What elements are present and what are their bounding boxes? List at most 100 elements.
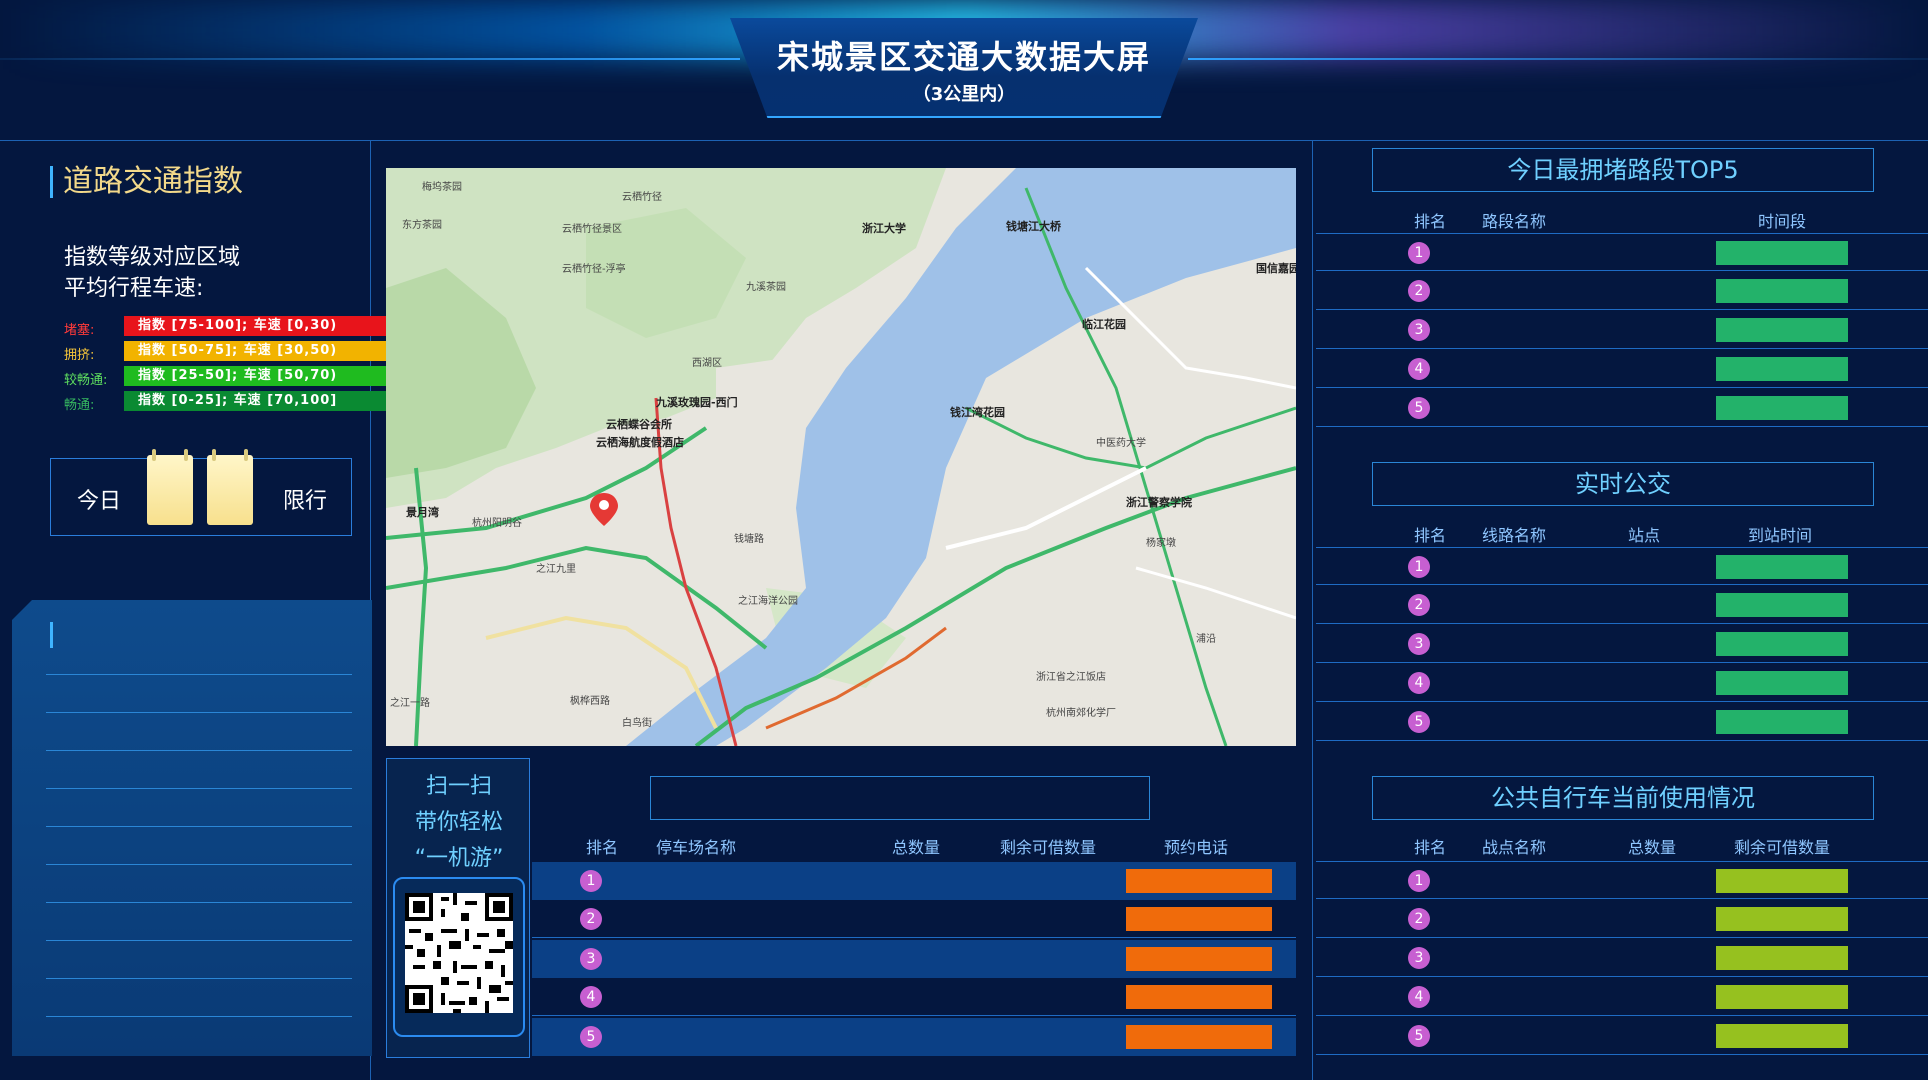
map-label: 东方茶园 (402, 220, 442, 231)
phone-button[interactable] (1126, 1025, 1272, 1049)
bike-row[interactable]: 3 (1316, 939, 1928, 977)
phone-button[interactable] (1126, 947, 1272, 971)
bike-col-total: 总数量 (1628, 838, 1677, 857)
index-desc-line1: 指数等级对应区域 (64, 245, 241, 270)
legend-range: 指数 [75-100]; 车速 [0,30) (124, 316, 416, 336)
bus-row[interactable]: 5 (1316, 703, 1928, 741)
congestion-row[interactable]: 4 (1316, 350, 1928, 388)
rank-badge: 3 (1408, 947, 1430, 969)
list-line (46, 978, 352, 979)
parking-row[interactable]: 4 (532, 978, 1296, 1016)
legend-label: 堵塞: (64, 323, 95, 338)
map-label: 西湖区 (692, 358, 722, 369)
bike-title: 公共自行车当前使用情况 (1372, 776, 1874, 820)
bus-row[interactable]: 4 (1316, 664, 1928, 702)
left-list-accent (50, 622, 53, 648)
phone-button[interactable] (1126, 985, 1272, 1009)
parking-row[interactable]: 3 (532, 940, 1296, 978)
legend-crowded: 拥挤: 指数 [50-75]; 车速 [30,50) (64, 341, 416, 363)
congestion-row[interactable]: 1 (1316, 233, 1928, 271)
congestion-title: 今日最拥堵路段TOP5 (1372, 148, 1874, 192)
area-map[interactable]: 梅坞茶园 云栖竹径 云栖竹径景区 云栖竹径-浮亭 浙江大学 钱塘江大桥 九溪玫瑰… (386, 168, 1296, 746)
bus-row[interactable]: 3 (1316, 625, 1928, 663)
map-label: 浦沿 (1196, 634, 1216, 645)
qr-caption-line2: 带你轻松 (414, 810, 503, 835)
list-line (46, 712, 352, 713)
rank-badge: 2 (1408, 594, 1430, 616)
bike-row[interactable]: 1 (1316, 861, 1928, 899)
page-title: 宋城景区交通大数据大屏 (776, 38, 1151, 76)
map-label: 国信嘉园 (1256, 262, 1296, 275)
bike-row[interactable]: 2 (1316, 900, 1928, 938)
qr-frame (393, 877, 525, 1037)
map-label: 九溪玫瑰园-西门 (656, 396, 738, 409)
rank-badge: 4 (580, 986, 602, 1008)
congestion-col-time: 时间段 (1758, 212, 1807, 231)
legend-label: 较畅通: (64, 373, 108, 388)
map-label: 云栖竹径景区 (562, 224, 622, 235)
rank-badge: 4 (1408, 986, 1430, 1008)
map-label: 钱江湾花园 (950, 406, 1005, 419)
arrive-bar (1716, 593, 1848, 617)
legend-range: 指数 [25-50]; 车速 [50,70) (124, 366, 416, 386)
bus-col-rank: 排名 (1414, 526, 1447, 545)
remain-bar (1716, 907, 1848, 931)
bus-col-stop: 站点 (1628, 526, 1661, 545)
map-label: 云栖竹径-浮亭 (562, 264, 626, 275)
rank-badge: 5 (1408, 1025, 1430, 1047)
bike-col-name: 战点名称 (1482, 838, 1547, 857)
map-label: 杭州阳明谷 (472, 518, 522, 529)
parking-col-phone: 预约电话 (1164, 838, 1229, 857)
map-label: 白鸟街 (622, 718, 652, 729)
phone-button[interactable] (1126, 907, 1272, 931)
rank-badge: 3 (1408, 319, 1430, 341)
bus-row[interactable]: 1 (1316, 547, 1928, 585)
legend-smooth: 畅通: 指数 [0-25]; 车速 [70,100] (64, 391, 416, 413)
limit-label: 限行 (283, 489, 328, 514)
rank-badge: 4 (1408, 358, 1430, 380)
rank-badge: 3 (580, 948, 602, 970)
header-divider-right (1188, 58, 1928, 60)
remain-bar (1716, 1024, 1848, 1048)
rank-badge: 1 (1408, 870, 1430, 892)
bike-row[interactable]: 4 (1316, 978, 1928, 1016)
map-label: 浙江警察学院 (1126, 496, 1192, 509)
congestion-row[interactable]: 2 (1316, 272, 1928, 310)
rank-badge: 5 (1408, 711, 1430, 733)
parking-col-rank: 排名 (586, 838, 619, 857)
index-desc-line2: 平均行程车速: (64, 276, 204, 301)
left-list-panel (12, 600, 372, 1056)
list-line (46, 864, 352, 865)
qr-code[interactable] (405, 893, 513, 1013)
congestion-row[interactable]: 3 (1316, 311, 1928, 349)
congestion-col-rank: 排名 (1414, 212, 1447, 231)
limit-today-label: 今日 (77, 489, 122, 514)
parking-row[interactable]: 5 (532, 1018, 1296, 1056)
phone-button[interactable] (1126, 869, 1272, 893)
bike-col-rank: 排名 (1414, 838, 1447, 857)
calendar-icon (147, 449, 193, 525)
rank-badge: 2 (1408, 908, 1430, 930)
traffic-index-title: 道路交通指数 (50, 166, 243, 198)
bike-col-remain: 剩余可借数量 (1734, 838, 1831, 857)
list-line (46, 826, 352, 827)
calendar-icon (207, 449, 253, 525)
map-label: 浙江省之江饭店 (1036, 672, 1106, 683)
bike-row[interactable]: 5 (1316, 1017, 1928, 1055)
congestion-row[interactable]: 5 (1316, 389, 1928, 427)
time-bar (1716, 318, 1848, 342)
parking-header-box (650, 776, 1150, 820)
arrive-bar (1716, 555, 1848, 579)
map-label: 云栖竹径 (622, 192, 662, 203)
bus-row[interactable]: 2 (1316, 586, 1928, 624)
map-label: 杨家墩 (1146, 538, 1176, 549)
rank-badge: 2 (580, 908, 602, 930)
header-divider-left (0, 58, 740, 60)
arrive-bar (1716, 632, 1848, 656)
parking-row[interactable]: 1 (532, 862, 1296, 900)
legend-range: 指数 [0-25]; 车速 [70,100] (124, 391, 416, 411)
arrive-bar (1716, 710, 1848, 734)
parking-row[interactable]: 2 (532, 900, 1296, 938)
divider-top (0, 140, 1928, 141)
rank-badge: 5 (1408, 397, 1430, 419)
